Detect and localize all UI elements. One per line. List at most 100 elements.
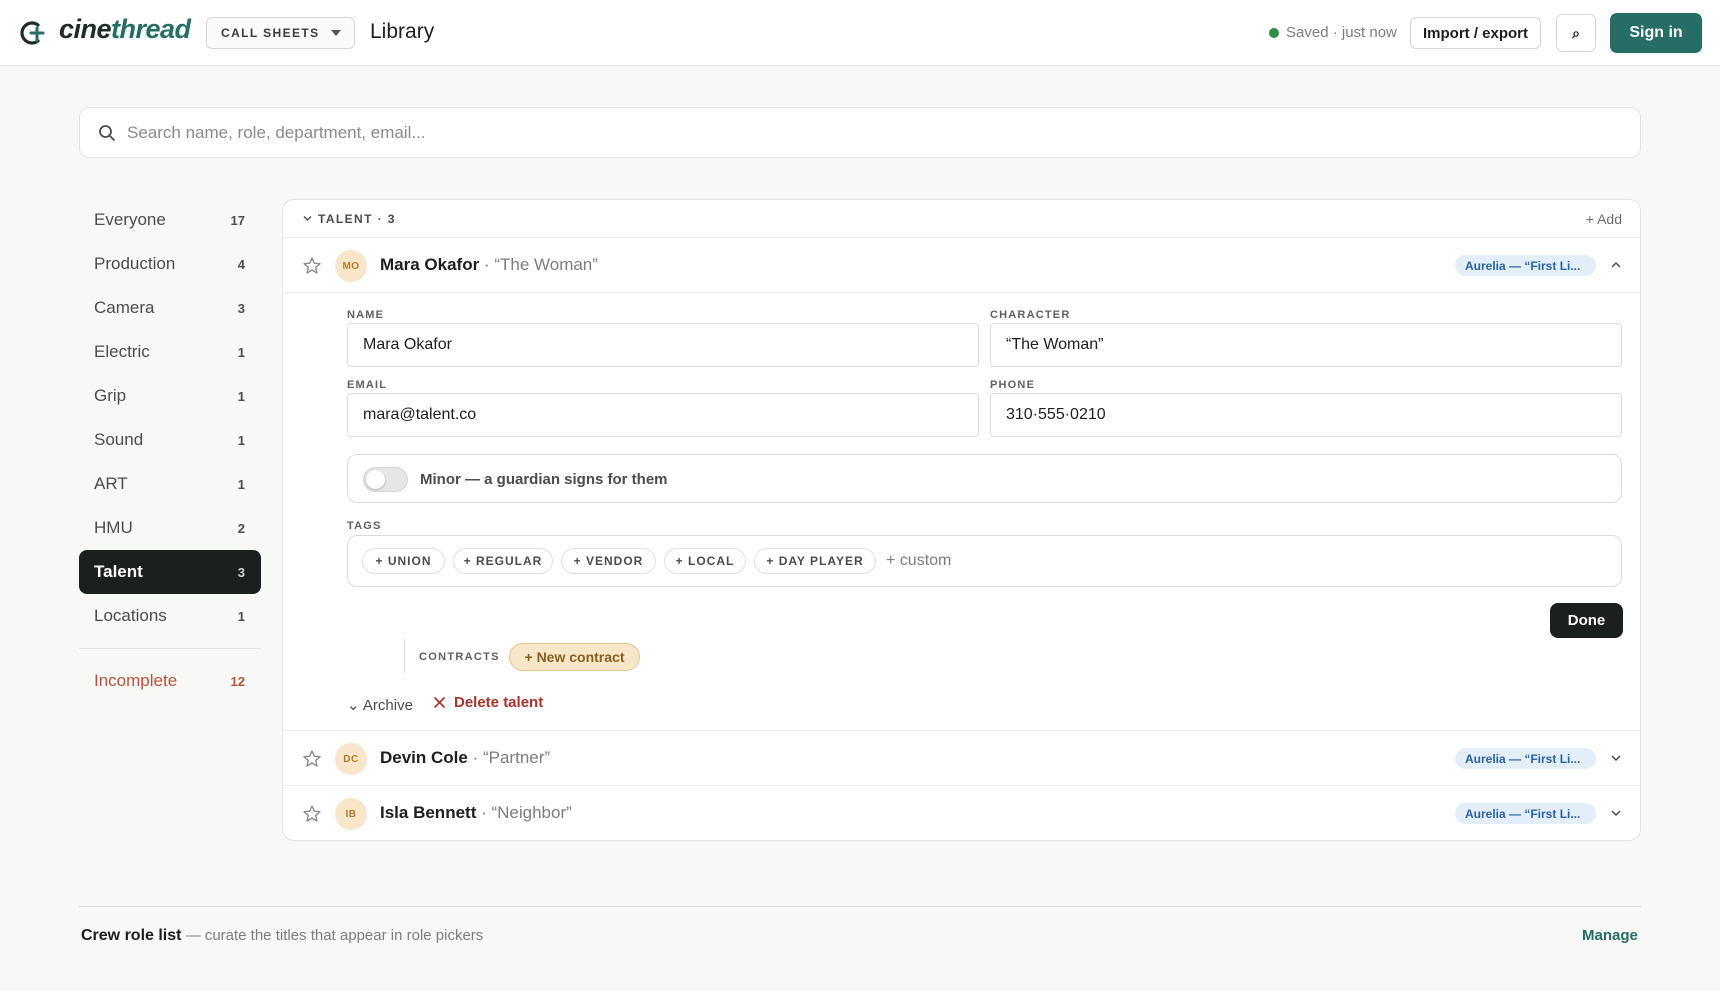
logo-wordmark: cinethread (59, 14, 191, 44)
tag-local[interactable]: + LOCAL (664, 548, 746, 574)
footer-title: Crew role list (81, 927, 182, 944)
group-header[interactable]: TALENT · 3 + Add (283, 200, 1640, 238)
star-icon[interactable] (302, 256, 322, 276)
sign-in-button[interactable]: Sign in (1610, 13, 1702, 53)
count-badge: 1 (237, 608, 245, 624)
name-field[interactable] (347, 323, 979, 367)
department-sidebar: Everyone 17 Production 4 Camera 3 Electric 1… (79, 198, 261, 703)
email-field[interactable] (347, 393, 979, 437)
email-label: EMAIL (347, 379, 388, 391)
group-title: TALENT · 3 (318, 212, 396, 226)
character-field[interactable] (990, 323, 1622, 367)
sidebar-item-electric[interactable]: Electric 1 (79, 330, 261, 374)
sidebar-item-sound[interactable]: Sound 1 (79, 418, 261, 462)
sidebar-divider (79, 648, 261, 649)
mode-select[interactable]: CALL SHEETS (206, 17, 355, 49)
status-dot-icon (1269, 27, 1279, 38)
search-icon (99, 125, 115, 141)
sidebar-item-camera[interactable]: Camera 3 (79, 286, 261, 330)
contracts-label: CONTRACTS (419, 651, 500, 663)
star-icon[interactable] (302, 804, 322, 824)
top-bar: cinethread CALL SHEETS Library Saved · j… (0, 0, 1720, 66)
done-button[interactable]: Done (1550, 603, 1623, 638)
header-search-button[interactable]: ⌕ (1556, 14, 1596, 52)
toggle-knob (366, 470, 385, 489)
tag-custom-input[interactable]: + custom (886, 552, 951, 570)
import-export-button[interactable]: Import / export (1410, 17, 1541, 49)
tags-field[interactable]: + UNION + REGULAR + VENDOR + LOCAL + DAY… (347, 535, 1622, 587)
talent-name: Isla Bennett · “Neighbor” (380, 803, 572, 822)
mode-select-label: CALL SHEETS (221, 26, 320, 40)
phone-field[interactable] (990, 393, 1622, 437)
footer-divider (79, 906, 1641, 907)
minor-label: Minor — a guardian signs for them (420, 471, 668, 488)
minor-toggle[interactable] (363, 467, 408, 492)
delete-talent-button[interactable]: Delete talent (434, 694, 543, 711)
manage-roles-link[interactable]: Manage (1582, 927, 1638, 944)
count-badge: 4 (237, 256, 245, 272)
sidebar-item-incomplete[interactable]: Incomplete 12 (79, 659, 261, 703)
logo-icon (20, 21, 45, 45)
character-label: CHARACTER (990, 309, 1071, 321)
chevron-down-icon[interactable] (1610, 753, 1622, 763)
count-badge: 1 (237, 344, 245, 360)
talent-character: · “Neighbor” (481, 803, 572, 822)
star-icon[interactable] (302, 749, 322, 769)
page-title: Library (370, 20, 435, 43)
project-badge: Aurelia — “First Li... (1455, 255, 1596, 276)
tag-vendor[interactable]: + VENDOR (561, 548, 656, 574)
sidebar-item-hmu[interactable]: HMU 2 (79, 506, 261, 550)
talent-character: · “The Woman” (483, 255, 598, 274)
talent-name: Devin Cole · “Partner” (380, 748, 551, 767)
save-status: Saved · just now (1269, 24, 1397, 41)
talent-row-devin-cole[interactable]: DC Devin Cole · “Partner” Aurelia — “Fir… (283, 731, 1640, 786)
contracts-divider (404, 639, 405, 673)
sidebar-item-everyone[interactable]: Everyone 17 (79, 198, 261, 242)
new-contract-button[interactable]: + New contract (509, 643, 640, 671)
talent-row-isla-bennett[interactable]: IB Isla Bennett · “Neighbor” Aurelia — “… (283, 786, 1640, 840)
talent-character: · “Partner” (472, 748, 551, 767)
project-badge: Aurelia — “First Li... (1455, 748, 1596, 769)
talent-group-card: TALENT · 3 + Add MO Mara Okafor · “The W… (282, 199, 1641, 841)
talent-editor: NAME CHARACTER EMAIL PHONE Minor — a gua… (283, 293, 1640, 731)
sidebar-item-production[interactable]: Production 4 (79, 242, 261, 286)
count-badge: 1 (237, 432, 245, 448)
avatar: DC (335, 743, 367, 775)
avatar: IB (335, 798, 367, 830)
caret-down-icon (331, 30, 341, 36)
count-badge: 3 (237, 300, 245, 316)
minor-setting: Minor — a guardian signs for them (347, 454, 1622, 503)
save-status-text: Saved · just now (1286, 24, 1397, 41)
talent-row-mara-okafor[interactable]: MO Mara Okafor · “The Woman” Aurelia — “… (283, 238, 1640, 293)
project-badge: Aurelia — “First Li... (1455, 803, 1596, 824)
add-talent-button[interactable]: + Add (1586, 211, 1622, 227)
tag-regular[interactable]: + REGULAR (453, 548, 553, 574)
sidebar-item-locations[interactable]: Locations 1 (79, 594, 261, 638)
library-search (79, 107, 1641, 158)
phone-label: PHONE (990, 379, 1036, 391)
search-input[interactable] (127, 108, 1627, 157)
tag-union[interactable]: + UNION (362, 548, 445, 574)
count-badge: 17 (230, 212, 245, 228)
count-badge: 2 (237, 520, 245, 536)
tags-label: TAGS (347, 520, 382, 532)
name-label: NAME (347, 309, 385, 321)
search-icon: ⌕ (1572, 24, 1580, 41)
sidebar-item-grip[interactable]: Grip 1 (79, 374, 261, 418)
crew-role-list-info: Crew role list — curate the titles that … (81, 927, 483, 945)
close-icon (434, 697, 445, 708)
sidebar-item-talent[interactable]: Talent 3 (79, 550, 261, 594)
chevron-down-icon (303, 216, 312, 221)
chevron-down-icon[interactable] (1610, 808, 1622, 818)
footer-subtitle: — curate the titles that appear in role … (181, 927, 484, 944)
archive-toggle[interactable]: ⌄ Archive (347, 696, 413, 714)
avatar: MO (335, 250, 367, 282)
count-badge: 1 (237, 476, 245, 492)
tag-day-player[interactable]: + DAY PLAYER (754, 548, 876, 574)
talent-name: Mara Okafor · “The Woman” (380, 255, 598, 274)
count-badge: 3 (237, 564, 245, 580)
count-badge: 1 (237, 388, 245, 404)
sidebar-item-art[interactable]: ART 1 (79, 462, 261, 506)
count-badge: 12 (230, 673, 245, 689)
chevron-up-icon[interactable] (1610, 260, 1622, 270)
